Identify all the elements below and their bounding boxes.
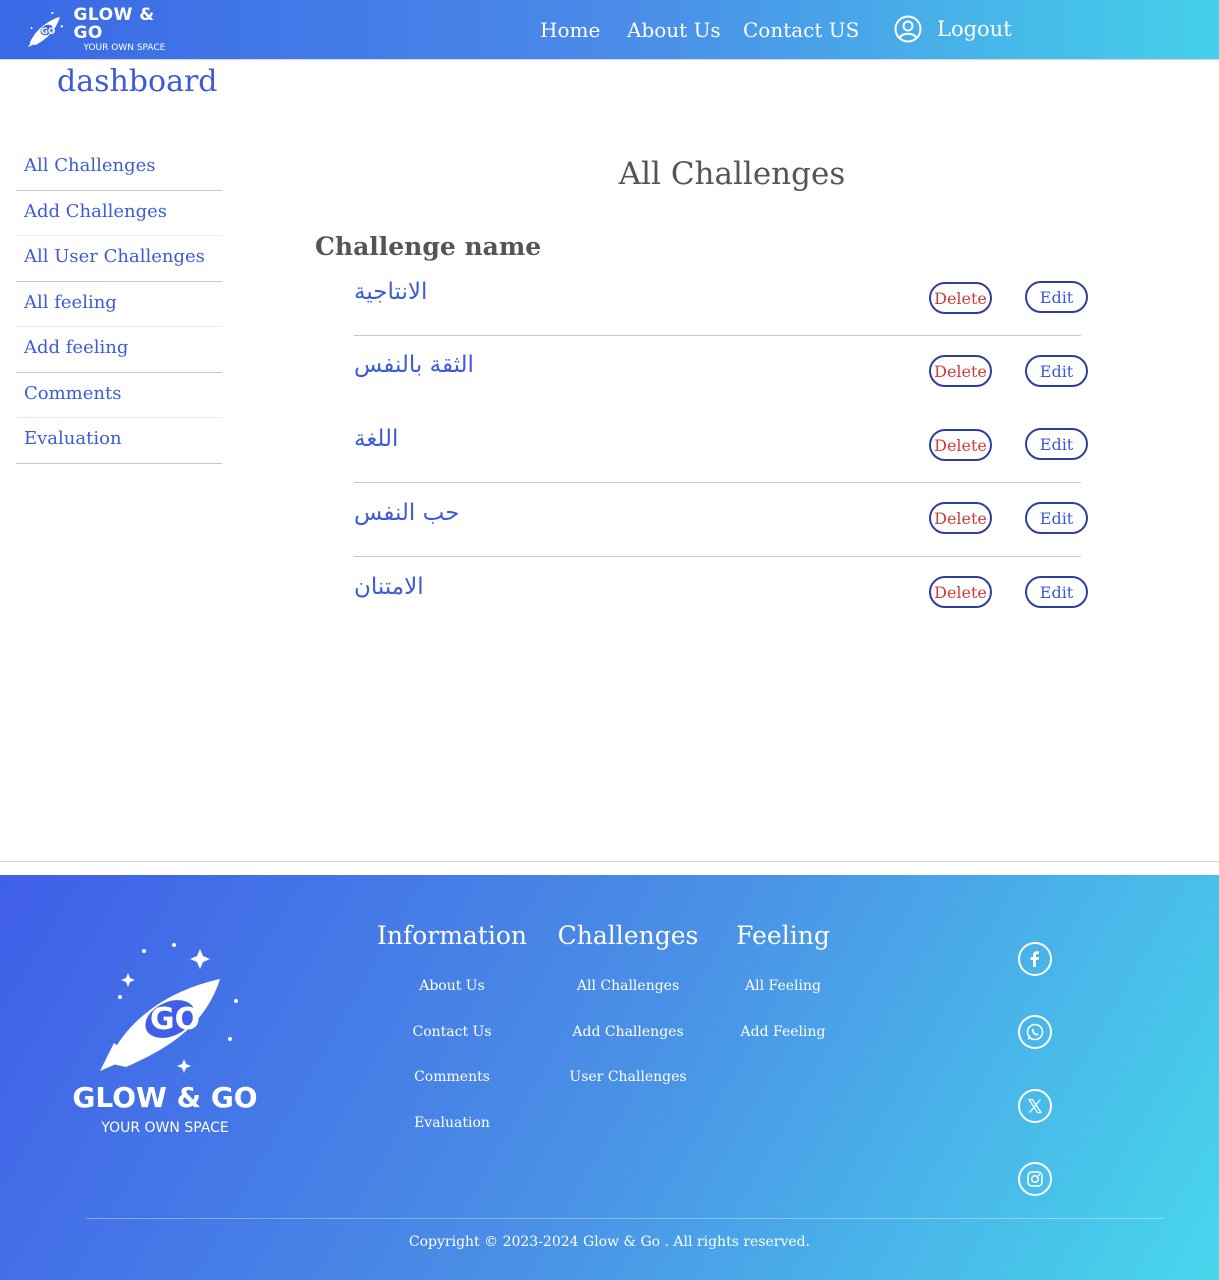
brand-name: GLOW & GO [73, 5, 155, 43]
nav-contact-link[interactable]: Contact US [743, 18, 859, 42]
delete-button[interactable]: Delete [929, 282, 992, 314]
table-row: حب النفس Delete Edit [354, 500, 1089, 574]
challenge-name: الثقة بالنفس [354, 352, 474, 378]
rocket-icon: GO [100, 943, 238, 1073]
delete-button[interactable]: Delete [929, 429, 992, 461]
footer-top-divider [0, 861, 1219, 862]
user-circle-icon [894, 15, 922, 43]
footer-link-evaluation[interactable]: Evaluation [367, 1115, 537, 1161]
challenge-name: الامتنان [354, 574, 424, 600]
table-row: الثقة بالنفس Delete Edit [354, 352, 1089, 426]
brand-logo[interactable]: GO GLOW & GO YOUR OWN SPACE [24, 5, 184, 53]
row-divider [354, 556, 1081, 557]
sidebar: All Challenges Add Challenges All User C… [16, 145, 222, 464]
delete-button[interactable]: Delete [929, 576, 992, 608]
whatsapp-icon[interactable] [1018, 1015, 1052, 1049]
sidebar-item-evaluation[interactable]: Evaluation [16, 418, 222, 464]
page-title: dashboard [57, 64, 218, 99]
edit-button[interactable]: Edit [1025, 502, 1088, 534]
svg-text:GO: GO [41, 27, 55, 37]
sidebar-item-add-feeling[interactable]: Add feeling [16, 327, 222, 373]
sidebar-item-add-challenges[interactable]: Add Challenges [16, 191, 222, 236]
sidebar-item-all-user-challenges[interactable]: All User Challenges [16, 236, 222, 282]
copyright-text: Copyright © 2023-2024 Glow & Go . All ri… [408, 1234, 811, 1250]
edit-button[interactable]: Edit [1025, 428, 1088, 460]
footer-link-comments[interactable]: Comments [367, 1069, 537, 1115]
footer-heading-feeling: Feeling [736, 921, 830, 950]
brand-tagline: YOUR OWN SPACE [83, 43, 166, 53]
nav-about-link[interactable]: About Us [627, 18, 721, 42]
footer-challenges-column: Challenges All Challenges Add Challenges… [543, 921, 713, 1115]
table-row: الانتاجية Delete Edit [354, 279, 1089, 353]
sidebar-item-comments[interactable]: Comments [16, 373, 222, 418]
row-divider [354, 482, 1081, 483]
footer-link-add-challenges[interactable]: Add Challenges [543, 1024, 713, 1070]
footer-link-all-feeling[interactable]: All Feeling [698, 978, 868, 1024]
footer-brand-name: GLOW & GO [72, 1081, 258, 1114]
svg-text:GO: GO [150, 1002, 200, 1037]
footer-brand-tagline: YOUR OWN SPACE [101, 1120, 229, 1136]
facebook-icon[interactable] [1018, 942, 1052, 976]
challenge-name: اللغة [354, 426, 399, 452]
challenge-name: الانتاجية [354, 279, 428, 305]
footer-information-column: Information About Us Contact Us Comments… [367, 921, 537, 1160]
delete-button[interactable]: Delete [929, 355, 992, 387]
footer-divider [86, 1218, 1164, 1219]
table-row: اللغة Delete Edit [354, 426, 1089, 500]
logout-button[interactable]: Logout [893, 14, 1012, 44]
sidebar-item-all-feeling[interactable]: All feeling [16, 282, 222, 327]
footer-heading-information: Information [376, 921, 528, 950]
footer-link-about-us[interactable]: About Us [367, 978, 537, 1024]
footer-feeling-column: Feeling All Feeling Add Feeling [698, 921, 868, 1069]
footer-brand-logo: GO GLOW & GO YOUR OWN SPACE [70, 935, 260, 1145]
challenge-name: حب النفس [354, 500, 460, 526]
rocket-icon: GO [27, 11, 63, 48]
footer-link-user-challenges[interactable]: User Challenges [543, 1069, 713, 1115]
footer-heading-challenges: Challenges [557, 921, 699, 950]
column-header-challenge-name: Challenge name [315, 232, 542, 261]
footer: GO GLOW & GO YOUR OWN SPACE Information … [0, 875, 1219, 1280]
section-title: All Challenges [618, 156, 846, 192]
table-row: الامتنان Delete Edit [354, 574, 1089, 648]
footer-link-add-feeling[interactable]: Add Feeling [698, 1024, 868, 1070]
x-twitter-icon[interactable] [1018, 1089, 1052, 1123]
edit-button[interactable]: Edit [1025, 355, 1088, 387]
edit-button[interactable]: Edit [1025, 576, 1088, 608]
delete-button[interactable]: Delete [929, 502, 992, 534]
instagram-icon[interactable] [1018, 1162, 1052, 1196]
edit-button[interactable]: Edit [1025, 281, 1088, 313]
footer-link-contact-us[interactable]: Contact Us [367, 1024, 537, 1070]
sidebar-item-all-challenges[interactable]: All Challenges [16, 145, 222, 191]
row-divider [354, 335, 1081, 336]
logout-label: Logout [937, 17, 1012, 41]
footer-link-all-challenges[interactable]: All Challenges [543, 978, 713, 1024]
top-navbar: GO GLOW & GO YOUR OWN SPACE Home About U… [0, 0, 1219, 60]
nav-home-link[interactable]: Home [540, 18, 600, 42]
